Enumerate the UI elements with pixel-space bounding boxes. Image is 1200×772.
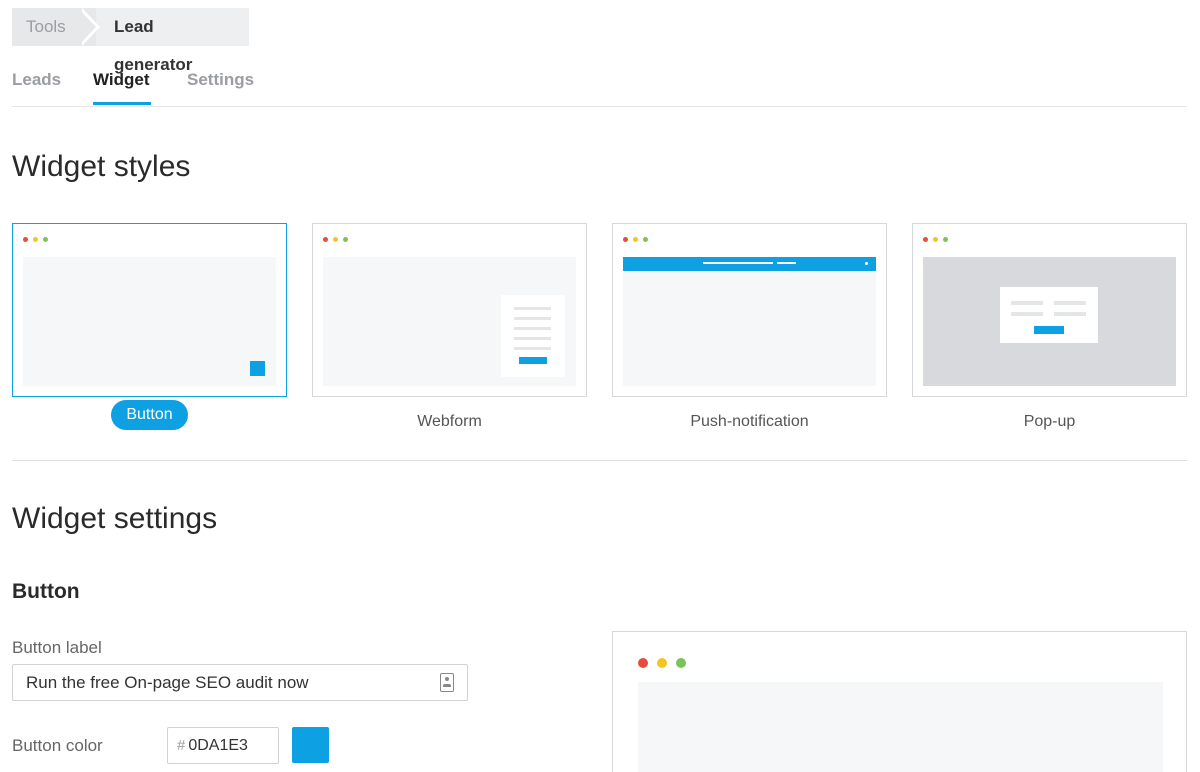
floating-button-mock — [250, 361, 265, 376]
contact-card-icon[interactable] — [440, 673, 454, 692]
widget-settings-title: Widget settings — [12, 502, 218, 535]
breadcrumb-current: Lead generator — [96, 8, 249, 74]
style-label-popup[interactable]: Pop-up — [912, 413, 1187, 431]
style-label-button[interactable]: Button — [12, 400, 287, 430]
window-dots — [638, 658, 686, 668]
style-card-button[interactable] — [12, 223, 287, 397]
tab-settings[interactable]: Settings — [187, 70, 254, 90]
hash-prefix: # — [177, 737, 186, 754]
window-dots — [23, 237, 48, 242]
style-card-webform[interactable] — [312, 223, 587, 397]
preview-screen — [638, 682, 1163, 772]
button-label-field-label: Button label — [12, 638, 102, 657]
button-color-field-label: Button color — [12, 736, 103, 755]
window-dots — [923, 237, 948, 242]
push-notification-style-preview — [623, 257, 876, 386]
breadcrumb-tools-label: Tools — [26, 17, 66, 36]
breadcrumb-separator-fill — [78, 8, 96, 46]
button-color-field: # — [167, 727, 279, 764]
style-card-popup[interactable] — [912, 223, 1187, 397]
section-divider — [12, 460, 1187, 461]
webform-style-preview — [323, 257, 576, 386]
notification-bar-mock — [623, 257, 876, 271]
button-settings-subtitle: Button — [12, 580, 80, 603]
window-dots — [323, 237, 348, 242]
widget-preview — [612, 631, 1187, 772]
widget-styles-title: Widget styles — [12, 150, 191, 183]
webform-mock — [501, 295, 565, 377]
breadcrumb: Tools Lead generator — [12, 8, 249, 74]
active-tab-indicator — [93, 102, 151, 105]
button-color-input[interactable] — [188, 736, 279, 755]
tab-leads[interactable]: Leads — [12, 70, 61, 90]
tab-bar: Leads Widget Settings — [12, 62, 1187, 107]
button-label-input[interactable] — [12, 664, 468, 701]
style-card-push-notification[interactable] — [612, 223, 887, 397]
style-label-webform[interactable]: Webform — [312, 413, 587, 431]
popup-mock — [1000, 287, 1098, 343]
style-label-push-notification[interactable]: Push-notification — [612, 413, 887, 431]
button-style-preview — [23, 257, 276, 386]
window-dots — [623, 237, 648, 242]
popup-style-preview — [923, 257, 1176, 386]
button-color-swatch[interactable] — [292, 727, 329, 763]
tab-widget[interactable]: Widget — [93, 70, 150, 90]
